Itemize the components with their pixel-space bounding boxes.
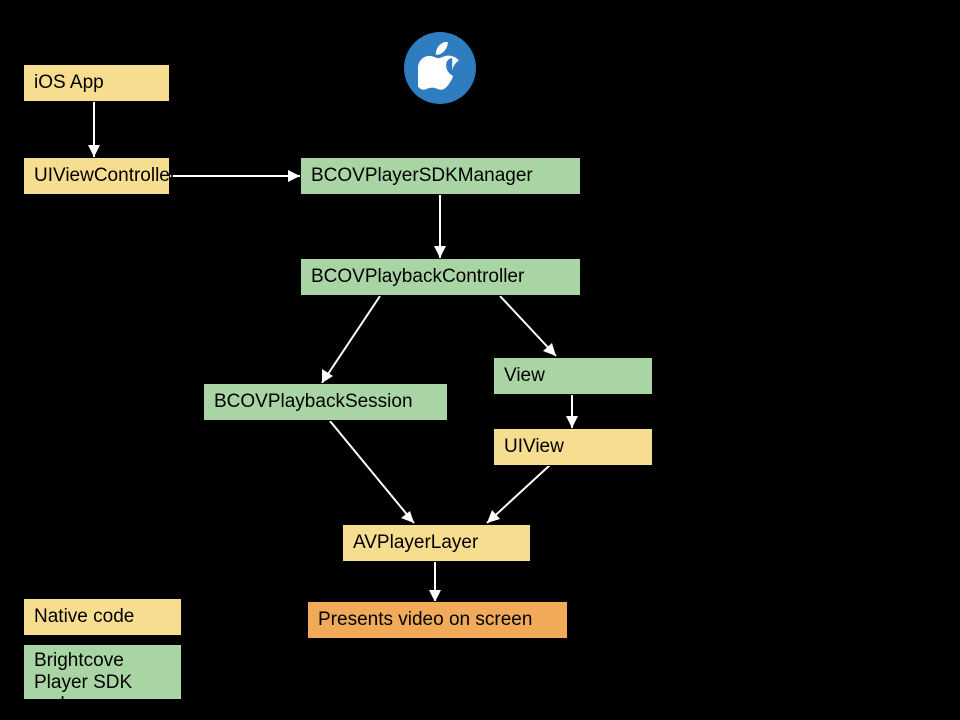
- node-presents-video: Presents video on screen: [307, 601, 568, 639]
- apple-logo-icon: [404, 32, 476, 104]
- legend-label: Native code: [34, 606, 134, 628]
- node-uiviewcontroller: UIViewController: [23, 157, 170, 195]
- node-label: BCOVPlayerSDKManager: [311, 165, 533, 187]
- node-label: AVPlayerLayer: [353, 532, 478, 554]
- node-label: Presents video on screen: [318, 609, 532, 631]
- legend-native-code: Native code: [23, 598, 182, 636]
- legend-brightcove-sdk: Brightcove Player SDK code: [23, 644, 182, 700]
- node-view: View: [493, 357, 653, 395]
- node-bcovplaybackcontroller: BCOVPlaybackController: [300, 258, 581, 296]
- node-ios-app: iOS App: [23, 64, 170, 102]
- node-label: UIViewController: [34, 165, 176, 187]
- node-label: BCOVPlaybackController: [311, 266, 524, 288]
- node-label: iOS App: [34, 72, 104, 94]
- node-label: UIView: [504, 436, 564, 458]
- node-uiview: UIView: [493, 428, 653, 466]
- node-bcovplayersdkmanager: BCOVPlayerSDKManager: [300, 157, 581, 195]
- legend-label: Brightcove Player SDK code: [34, 650, 171, 716]
- node-label: BCOVPlaybackSession: [214, 391, 413, 413]
- node-avplayerlayer: AVPlayerLayer: [342, 524, 531, 562]
- node-label: View: [504, 365, 545, 387]
- node-bcovplaybacksession: BCOVPlaybackSession: [203, 383, 448, 421]
